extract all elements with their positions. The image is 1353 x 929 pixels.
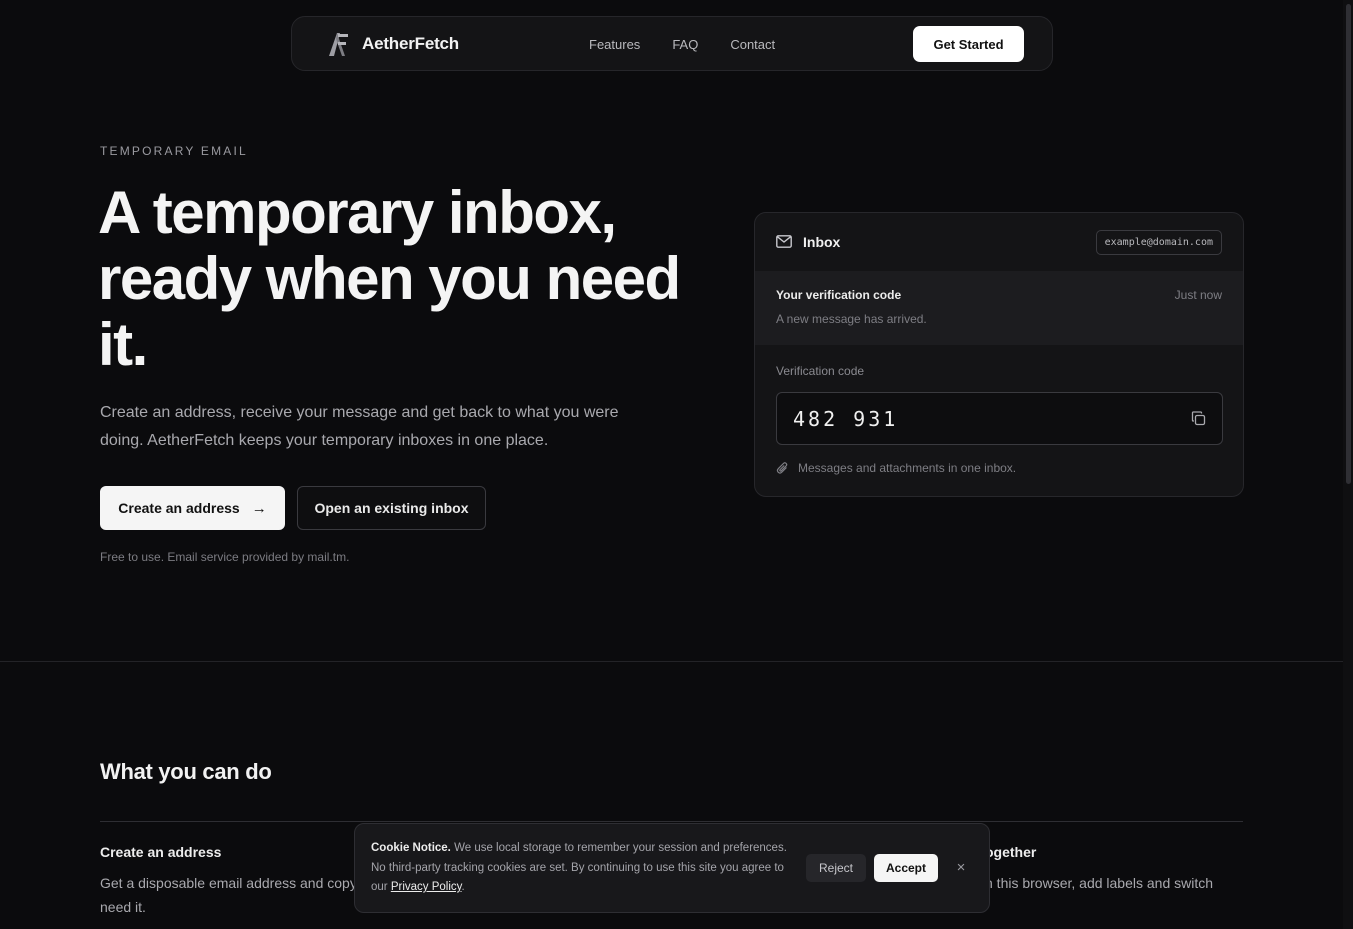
hero-title: A temporary inbox, ready when you need i… <box>98 179 681 378</box>
inbox-card-note: Messages and attachments in one inbox. <box>798 461 1017 475</box>
open-inbox-button[interactable]: Open an existing inbox <box>297 486 486 530</box>
privacy-policy-link[interactable]: Privacy Policy <box>391 881 462 893</box>
hero-description: Create an address, receive your message … <box>100 404 619 449</box>
brand[interactable]: AetherFetch <box>326 30 459 58</box>
message-time: Just now <box>1174 288 1222 302</box>
feature-title-create: Create an address <box>100 844 222 860</box>
close-icon[interactable]: × <box>952 859 970 877</box>
message-subject: Your verification code <box>776 288 902 302</box>
create-address-label: Create an address <box>118 500 240 516</box>
message-list-item[interactable]: Your verification code Just now A new me… <box>755 271 1243 345</box>
arrow-right-icon: → <box>251 499 267 517</box>
feature-desc-create: Get a disposable email address and copy … <box>100 875 357 915</box>
inbox-header: Inbox example@domain.com <box>755 213 1243 271</box>
verification-code-box: 482 931 <box>776 392 1223 445</box>
section-divider <box>0 661 1343 662</box>
nav-link-faq[interactable]: FAQ <box>672 37 698 52</box>
verification-code-value: 482 931 <box>793 407 899 431</box>
message-preview: A new message has arrived. <box>776 312 927 326</box>
scrollbar-thumb[interactable] <box>1346 4 1351 484</box>
copy-icon[interactable] <box>1191 411 1206 426</box>
brand-name: AetherFetch <box>362 34 459 53</box>
reject-cookies-button[interactable]: Reject <box>806 854 866 882</box>
top-navbar: AetherFetch Features FAQ Contact Get Sta… <box>291 16 1053 71</box>
inbox-preview-card: Inbox example@domain.com Your verificati… <box>754 212 1244 497</box>
hero-eyebrow: TEMPORARY EMAIL <box>100 144 248 158</box>
page-scrollbar[interactable] <box>1343 0 1353 929</box>
paperclip-icon <box>776 462 788 474</box>
email-address-badge[interactable]: example@domain.com <box>1095 230 1222 255</box>
inbox-title: Inbox <box>803 234 841 250</box>
af-logo-icon <box>329 33 348 56</box>
cookie-title: Cookie Notice. <box>371 842 451 854</box>
cookie-text: Cookie Notice. We use local storage to r… <box>371 839 799 898</box>
nav-links: Features FAQ Contact <box>589 17 807 72</box>
features-divider <box>100 821 1243 822</box>
accept-cookies-button[interactable]: Accept <box>874 854 938 882</box>
nav-link-features[interactable]: Features <box>589 37 640 52</box>
feature-title-together: ogether <box>985 844 1037 860</box>
cookie-suffix: . <box>461 881 465 893</box>
get-started-button[interactable]: Get Started <box>913 26 1024 62</box>
create-address-button[interactable]: Create an address → <box>100 486 285 530</box>
cookie-banner: Cookie Notice. We use local storage to r… <box>354 823 990 913</box>
mail-icon <box>776 235 792 248</box>
verification-code-label: Verification code <box>776 364 865 378</box>
features-title: What you can do <box>100 759 272 784</box>
nav-link-contact[interactable]: Contact <box>730 37 775 52</box>
service-note: Free to use. Email service provided by m… <box>100 550 350 564</box>
feature-desc-together: n this browser, add labels and switch <box>985 875 1214 891</box>
